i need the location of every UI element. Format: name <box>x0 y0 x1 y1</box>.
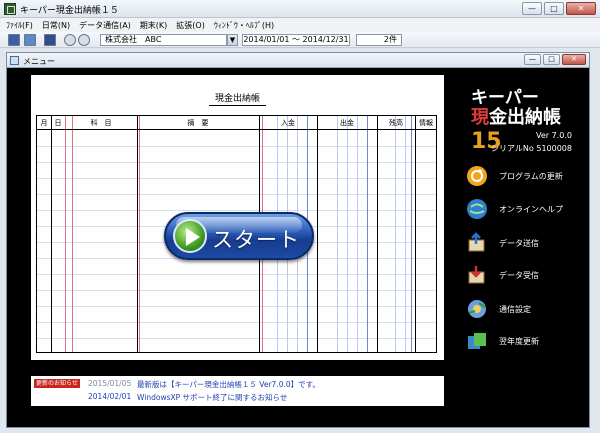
copy-icon[interactable] <box>24 34 36 46</box>
inner-minimize-button[interactable]: — <box>524 54 541 65</box>
inner-close-button[interactable]: ✕ <box>562 54 586 65</box>
menu-file[interactable]: ﾌｧｲﾙ(F) <box>6 20 33 31</box>
app-title-bar: キーパー現金出納帳１５ — □ ✕ <box>0 0 600 18</box>
news-link[interactable]: WindowsXP サポート終了に関するお知らせ <box>137 392 287 403</box>
menu-window-title: メニュー <box>23 57 55 66</box>
news-link[interactable]: 最新版は【キーパー現金出納帳１５ Ver7.0.0】です。 <box>137 379 320 390</box>
side-item-label: オンラインヘルプ <box>499 205 563 214</box>
settings-icon <box>468 300 486 318</box>
col-account: 科 目 <box>90 119 112 127</box>
fiscal-period: 2014/01/01 〜 2014/12/31 <box>242 34 350 46</box>
col-info: 情報 <box>419 119 433 127</box>
side-item-data-send[interactable]: データ送信 <box>466 232 581 254</box>
ledger-header-row: 月 日 科 目 摘 要 入金 出金 残高 情報 <box>37 116 436 130</box>
serial-number: シリアルNo 5100008 <box>491 144 572 153</box>
menu-extend[interactable]: 拡張(O) <box>176 20 205 31</box>
side-item-next-year[interactable]: 翌年度更新 <box>466 330 581 352</box>
start-button-label: スタート <box>212 228 300 252</box>
next-year-icon <box>468 333 486 349</box>
company-dropdown-button[interactable]: ▼ <box>227 34 238 46</box>
search-icon[interactable] <box>64 34 76 46</box>
close-button[interactable]: ✕ <box>566 2 596 15</box>
window-controls: — □ ✕ <box>522 2 596 15</box>
news-panel: 更新のお知らせ 2015/01/05 最新版は【キーパー現金出納帳１５ Ver7… <box>31 376 444 406</box>
minimize-button[interactable]: — <box>522 2 542 15</box>
menu-data-comm[interactable]: データ通信(A) <box>79 20 131 31</box>
start-button[interactable]: スタート <box>164 212 314 260</box>
app-title: キーパー現金出納帳１５ <box>20 6 119 16</box>
menu-bar: ﾌｧｲﾙ(F) 日常(N) データ通信(A) 期末(K) 拡張(O) ｳｨﾝﾄﾞ… <box>0 18 600 32</box>
side-item-online-help[interactable]: オンラインヘルプ <box>466 198 581 220</box>
data-receive-icon <box>468 266 485 284</box>
inner-maximize-button[interactable]: □ <box>543 54 560 65</box>
play-icon <box>173 219 207 253</box>
zoom-icon[interactable] <box>78 34 90 46</box>
col-month: 月 <box>40 119 48 127</box>
side-item-label: 通信設定 <box>499 305 531 314</box>
company-select[interactable]: 株式会社 ABC <box>100 34 227 46</box>
update-icon <box>467 166 487 186</box>
news-badge: 更新のお知らせ <box>34 379 80 388</box>
ledger-sheet: 現金出納帳 月 日 科 目 摘 要 入金 出金 残高 情報 スタート <box>31 75 444 360</box>
online-help-icon <box>467 199 487 219</box>
mail-icon[interactable] <box>44 34 56 46</box>
col-description: 摘 要 <box>187 119 209 127</box>
app-icon <box>4 3 16 15</box>
menu-window: メニュー — □ ✕ 現金出納帳 月 日 科 目 摘 要 入金 出金 残高 情報… <box>6 52 590 428</box>
save-icon[interactable] <box>8 34 20 46</box>
col-balance: 残高 <box>389 119 403 127</box>
ledger-title: 現金出納帳 <box>208 94 266 106</box>
menu-daily[interactable]: 日常(N) <box>42 20 70 31</box>
col-out: 出金 <box>340 119 354 127</box>
col-day: 日 <box>54 119 62 127</box>
record-count: 2件 <box>356 34 402 46</box>
side-item-label: データ送信 <box>499 239 539 248</box>
menu-window-title-bar: メニュー — □ ✕ <box>7 53 589 68</box>
side-item-comm-settings[interactable]: 通信設定 <box>466 298 581 320</box>
news-date: 2015/01/05 <box>88 379 132 388</box>
side-item-label: データ受信 <box>499 271 539 280</box>
menu-window-help[interactable]: ｳｨﾝﾄﾞｳ・ﾍﾙﾌﾟ(H) <box>214 20 274 31</box>
side-item-label: プログラムの更新 <box>499 172 563 181</box>
col-in: 入金 <box>281 119 295 127</box>
news-date: 2014/02/01 <box>88 392 132 401</box>
version-text: Ver 7.0.0 <box>536 131 572 140</box>
side-item-data-receive[interactable]: データ受信 <box>466 264 581 286</box>
menu-year-end[interactable]: 期末(K) <box>140 20 168 31</box>
maximize-button[interactable]: □ <box>544 2 564 15</box>
data-send-icon <box>468 232 485 252</box>
window-icon <box>10 56 19 65</box>
side-item-label: 翌年度更新 <box>499 337 539 346</box>
toolbar: 株式会社 ABC ▼ 2014/01/01 〜 2014/12/31 2件 <box>0 32 600 48</box>
side-item-program-update[interactable]: プログラムの更新 <box>466 165 581 187</box>
menu-window-controls: — □ ✕ <box>524 54 586 65</box>
